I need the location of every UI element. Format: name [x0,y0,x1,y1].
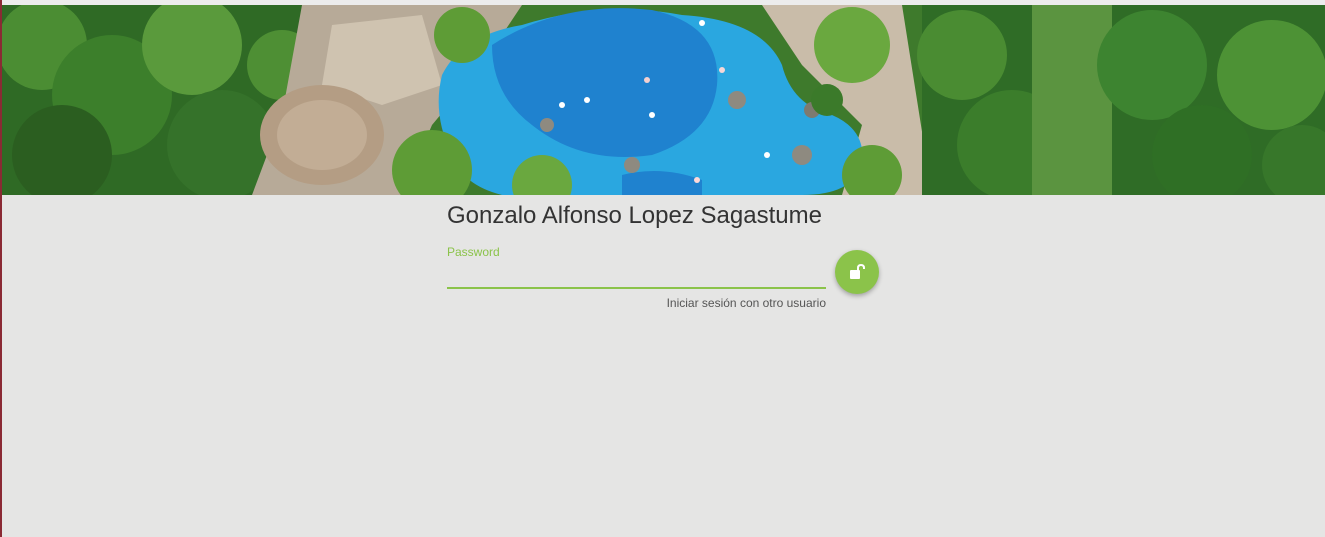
login-page: Gonzalo Alfonso Lopez Sagastume Password… [0,0,1325,537]
password-label: Password [447,245,500,259]
switch-user-link[interactable]: Iniciar sesión con otro usuario [447,296,826,310]
password-input[interactable] [447,263,826,289]
user-name-heading: Gonzalo Alfonso Lopez Sagastume [447,202,822,229]
unlock-button[interactable] [835,250,879,294]
unlock-icon [850,264,865,279]
banner-image [2,5,1325,195]
